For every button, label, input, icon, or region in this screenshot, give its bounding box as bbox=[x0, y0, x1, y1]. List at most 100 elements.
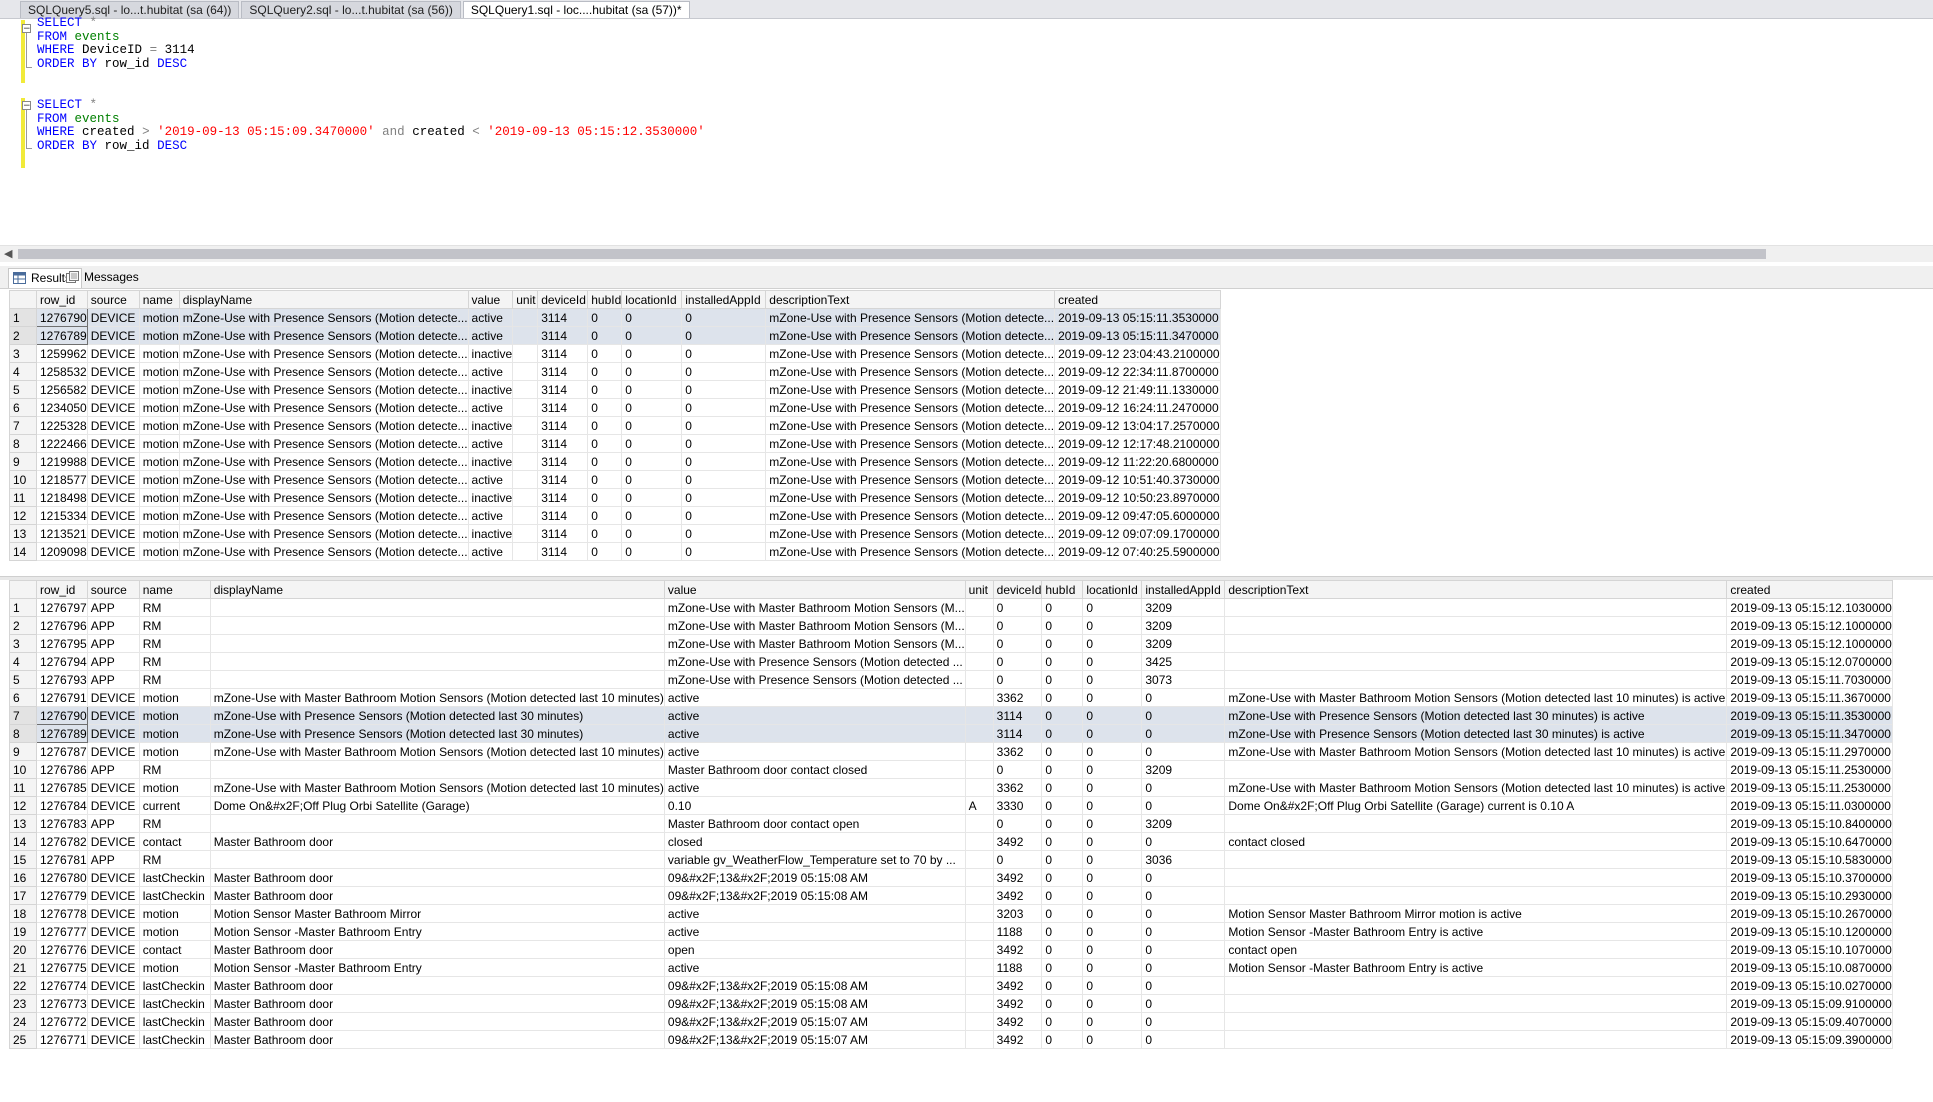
cell-created[interactable]: 2019-09-13 05:15:12.0700000 bbox=[1726, 652, 1893, 671]
cell-created[interactable]: 2019-09-12 09:47:05.6000000 bbox=[1054, 506, 1221, 525]
cell-value[interactable]: active bbox=[663, 778, 966, 797]
cell-unit[interactable] bbox=[964, 868, 994, 887]
cell-descriptiontext[interactable]: mZone-Use with Presence Sensors (Motion … bbox=[765, 452, 1056, 471]
table-row[interactable]: 20 1276776 DEVICE contact Master Bathroom do… bbox=[9, 940, 1893, 959]
cell-row_id[interactable]: 1276796 bbox=[36, 616, 88, 635]
cell-descriptiontext[interactable] bbox=[1224, 616, 1728, 635]
cell-created[interactable]: 2019-09-13 05:15:12.1000000 bbox=[1726, 634, 1893, 653]
cell-descriptiontext[interactable]: mZone-Use with Presence Sensors (Motion … bbox=[765, 506, 1056, 525]
row-number[interactable]: 15 bbox=[9, 850, 37, 869]
cell-source[interactable]: DEVICE bbox=[86, 326, 140, 345]
cell-unit[interactable]: A bbox=[964, 796, 994, 815]
cell-name[interactable]: RM bbox=[138, 814, 211, 833]
cell-hubid[interactable]: 0 bbox=[1041, 940, 1084, 959]
cell-unit[interactable] bbox=[964, 634, 994, 653]
cell-displayname[interactable] bbox=[209, 760, 665, 779]
cell-row_id[interactable]: 1276794 bbox=[36, 652, 88, 671]
table-row[interactable]: 14 1209098 DEVICE motion mZone-Use with Pres… bbox=[9, 542, 1221, 561]
cell-name[interactable]: motion bbox=[138, 706, 211, 725]
cell-value[interactable]: mZone-Use with Presence Sensors (Motion … bbox=[663, 652, 966, 671]
row-number[interactable]: 9 bbox=[9, 452, 37, 471]
cell-installedappid[interactable]: 3209 bbox=[1141, 814, 1226, 833]
cell-locationid[interactable]: 0 bbox=[1082, 1012, 1143, 1031]
cell-unit[interactable] bbox=[964, 814, 994, 833]
cell-descriptiontext[interactable]: mZone-Use with Presence Sensors (Motion … bbox=[765, 362, 1056, 381]
cell-value[interactable]: active bbox=[663, 724, 966, 743]
cell-descriptiontext[interactable] bbox=[1224, 760, 1728, 779]
column-header-row_id[interactable]: row_id bbox=[36, 580, 88, 599]
cell-installedappid[interactable]: 3209 bbox=[1141, 760, 1226, 779]
table-row[interactable]: 23 1276773 DEVICE lastCheckin Master Bathroo… bbox=[9, 994, 1893, 1013]
cell-name[interactable]: RM bbox=[138, 760, 211, 779]
cell-created[interactable]: 2019-09-13 05:15:12.1030000 bbox=[1726, 598, 1893, 617]
cell-row_id[interactable]: 1256582 bbox=[36, 380, 88, 399]
column-header-unit[interactable]: unit bbox=[512, 290, 539, 309]
cell-displayname[interactable]: mZone-Use with Presence Sensors (Motion … bbox=[209, 706, 665, 725]
cell-displayname[interactable]: mZone-Use with Presence Sensors (Motion … bbox=[178, 506, 469, 525]
cell-locationid[interactable]: 0 bbox=[621, 416, 683, 435]
table-row[interactable]: 10 1218577 DEVICE motion mZone-Use with Pres… bbox=[9, 470, 1221, 489]
cell-displayname[interactable]: Motion Sensor -Master Bathroom Entry bbox=[209, 958, 665, 977]
cell-source[interactable]: DEVICE bbox=[86, 398, 140, 417]
cell-unit[interactable] bbox=[512, 542, 539, 561]
cell-descriptiontext[interactable]: mZone-Use with Presence Sensors (Motion … bbox=[765, 308, 1056, 327]
cell-value[interactable]: 09&#x2F;13&#x2F;2019 05:15:08 AM bbox=[663, 976, 966, 995]
row-number[interactable]: 18 bbox=[9, 904, 37, 923]
cell-unit[interactable] bbox=[964, 832, 994, 851]
cell-deviceid[interactable]: 3114 bbox=[537, 380, 589, 399]
cell-installedappid[interactable]: 0 bbox=[1141, 886, 1226, 905]
row-number[interactable]: 25 bbox=[9, 1030, 37, 1049]
cell-displayname[interactable]: mZone-Use with Presence Sensors (Motion … bbox=[178, 434, 469, 453]
cell-name[interactable]: lastCheckin bbox=[138, 1030, 211, 1049]
column-header-created[interactable]: created bbox=[1054, 290, 1221, 309]
cell-row_id[interactable]: 1276779 bbox=[36, 886, 88, 905]
cell-name[interactable]: motion bbox=[138, 524, 180, 543]
cell-source[interactable]: DEVICE bbox=[86, 868, 140, 887]
tab-sqlquery2[interactable]: SQLQuery2.sql - lo...t.hubitat (sa (56)) bbox=[241, 1, 461, 18]
cell-installedappid[interactable]: 0 bbox=[1141, 724, 1226, 743]
cell-hubid[interactable]: 0 bbox=[1041, 778, 1084, 797]
cell-deviceid[interactable]: 3114 bbox=[537, 470, 589, 489]
table-row[interactable]: 12 1276784 DEVICE current Dome On&#x2F;Off P… bbox=[9, 796, 1893, 815]
cell-created[interactable]: 2019-09-12 21:49:11.1330000 bbox=[1054, 380, 1221, 399]
cell-deviceid[interactable]: 3362 bbox=[992, 778, 1043, 797]
cell-row_id[interactable]: 1218577 bbox=[36, 470, 88, 489]
cell-displayname[interactable]: mZone-Use with Presence Sensors (Motion … bbox=[178, 524, 469, 543]
cell-descriptiontext[interactable] bbox=[1224, 652, 1728, 671]
cell-displayname[interactable]: Motion Sensor Master Bathroom Mirror bbox=[209, 904, 665, 923]
cell-name[interactable]: motion bbox=[138, 362, 180, 381]
cell-name[interactable]: motion bbox=[138, 470, 180, 489]
cell-locationid[interactable]: 0 bbox=[1082, 724, 1143, 743]
cell-value[interactable]: active bbox=[467, 470, 514, 489]
row-number[interactable]: 13 bbox=[9, 524, 37, 543]
cell-deviceid[interactable]: 0 bbox=[992, 760, 1043, 779]
column-header-installedappid[interactable]: installedAppId bbox=[1141, 580, 1226, 599]
cell-installedappid[interactable]: 0 bbox=[1141, 976, 1226, 995]
row-number[interactable]: 6 bbox=[9, 688, 37, 707]
cell-displayname[interactable] bbox=[209, 616, 665, 635]
cell-source[interactable]: DEVICE bbox=[86, 488, 140, 507]
cell-value[interactable]: variable gv_WeatherFlow_Temperature set … bbox=[663, 850, 966, 869]
cell-source[interactable]: DEVICE bbox=[86, 724, 140, 743]
cell-created[interactable]: 2019-09-13 05:15:10.3700000 bbox=[1726, 868, 1893, 887]
cell-row_id[interactable]: 1276791 bbox=[36, 688, 88, 707]
cell-value[interactable]: inactive bbox=[467, 380, 514, 399]
cell-value[interactable]: active bbox=[467, 506, 514, 525]
cell-displayname[interactable]: mZone-Use with Presence Sensors (Motion … bbox=[178, 452, 469, 471]
cell-deviceid[interactable]: 3114 bbox=[537, 362, 589, 381]
cell-value[interactable]: 09&#x2F;13&#x2F;2019 05:15:08 AM bbox=[663, 868, 966, 887]
cell-deviceid[interactable]: 0 bbox=[992, 634, 1043, 653]
column-header-locationid[interactable]: locationId bbox=[1082, 580, 1143, 599]
cell-displayname[interactable]: mZone-Use with Master Bathroom Motion Se… bbox=[209, 742, 665, 761]
table-row[interactable]: 11 1218498 DEVICE motion mZone-Use with Pres… bbox=[9, 488, 1221, 507]
cell-displayname[interactable]: mZone-Use with Master Bathroom Motion Se… bbox=[209, 778, 665, 797]
cell-descriptiontext[interactable] bbox=[1224, 850, 1728, 869]
cell-row_id[interactable]: 1218498 bbox=[36, 488, 88, 507]
cell-displayname[interactable]: Master Bathroom door bbox=[209, 1012, 665, 1031]
cell-descriptiontext[interactable]: mZone-Use with Presence Sensors (Motion … bbox=[765, 416, 1056, 435]
cell-name[interactable]: RM bbox=[138, 598, 211, 617]
cell-installedappid[interactable]: 3209 bbox=[1141, 634, 1226, 653]
table-row[interactable]: 19 1276777 DEVICE motion Motion Sensor -Mast… bbox=[9, 922, 1893, 941]
cell-created[interactable]: 2019-09-13 05:15:09.3900000 bbox=[1726, 1030, 1893, 1049]
cell-installedappid[interactable]: 0 bbox=[681, 416, 767, 435]
